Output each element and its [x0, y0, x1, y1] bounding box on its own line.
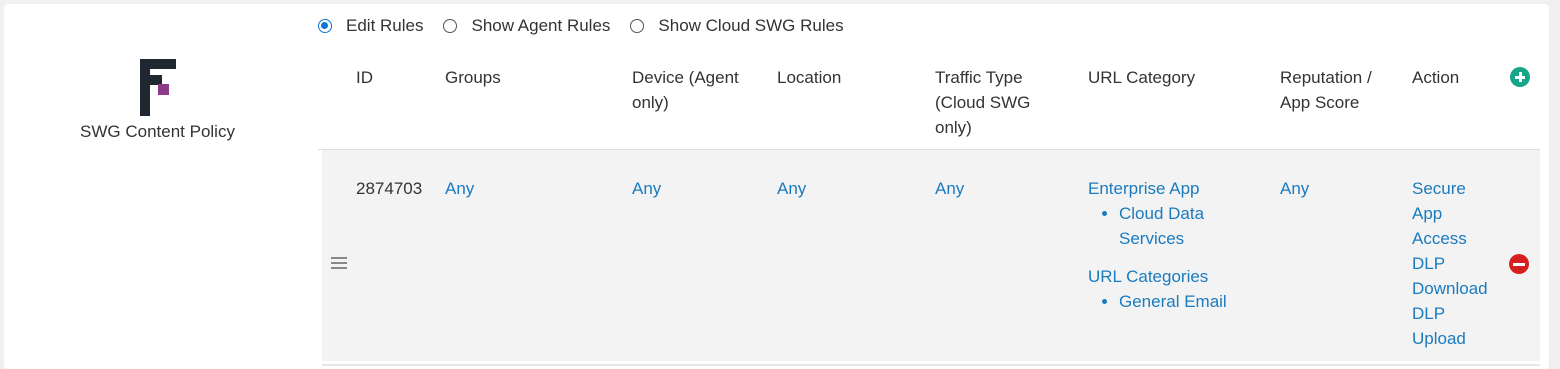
- header-url-category: URL Category: [1088, 68, 1196, 87]
- list-item: General Email: [1119, 289, 1268, 314]
- action-dlp-download-link[interactable]: DLP Download: [1412, 251, 1497, 301]
- rule-groups-link[interactable]: Any: [445, 176, 474, 201]
- url-categories-list: General Email: [1088, 289, 1268, 314]
- list-item: Cloud Data Services: [1119, 201, 1229, 251]
- header-id: ID: [356, 68, 373, 87]
- action-dlp-upload-link[interactable]: DLP Upload: [1412, 301, 1497, 351]
- radio-label: Edit Rules: [346, 16, 424, 35]
- action-secure-app-access-link[interactable]: Secure App Access: [1412, 176, 1497, 251]
- rule-reputation-link[interactable]: Any: [1280, 176, 1309, 201]
- radio-indicator[interactable]: [318, 19, 332, 33]
- rule-actions: Secure App Access DLP Download DLP Uploa…: [1412, 176, 1497, 351]
- url-categories-link[interactable]: URL Categories: [1088, 264, 1268, 289]
- rule-url-category: Enterprise App Cloud Data Services URL C…: [1088, 176, 1268, 314]
- row-divider: [322, 364, 1540, 366]
- remove-rule-button[interactable]: [1509, 254, 1529, 274]
- policy-header: SWG Content Policy: [60, 58, 255, 142]
- header-groups: Groups: [445, 68, 501, 87]
- radio-label: Show Cloud SWG Rules: [658, 16, 844, 35]
- radio-show-agent-rules[interactable]: Show Agent Rules: [443, 16, 610, 36]
- radio-show-cloud-swg-rules[interactable]: Show Cloud SWG Rules: [630, 16, 844, 36]
- rule-traffic-type-link[interactable]: Any: [935, 176, 964, 201]
- radio-indicator[interactable]: [443, 19, 458, 33]
- rule-device-link[interactable]: Any: [632, 176, 661, 201]
- header-action: Action: [1412, 68, 1460, 87]
- radio-indicator[interactable]: [630, 19, 645, 33]
- radio-label: Show Agent Rules: [471, 16, 611, 35]
- rule-id: 2874703: [356, 179, 423, 198]
- policy-label: SWG Content Policy: [80, 122, 235, 141]
- minus-circle-icon: [1513, 262, 1525, 266]
- enterprise-app-link[interactable]: Enterprise App: [1088, 176, 1268, 201]
- header-traffic-type: Traffic Type (Cloud SWG only): [935, 68, 1031, 137]
- add-rule-button[interactable]: [1510, 67, 1530, 87]
- drag-handle-icon[interactable]: [331, 257, 347, 269]
- radio-edit-rules[interactable]: Edit Rules: [318, 16, 423, 36]
- rule-location-link[interactable]: Any: [777, 176, 806, 201]
- table-row[interactable]: [322, 150, 1540, 361]
- plus-circle-icon-stroke: [1518, 72, 1522, 82]
- header-location: Location: [777, 68, 842, 87]
- view-options: Edit Rules Show Agent Rules Show Cloud S…: [318, 14, 864, 38]
- policy-logo-icon: [139, 59, 176, 116]
- header-device: Device (Agent only): [632, 68, 739, 112]
- enterprise-app-list: Cloud Data Services: [1088, 201, 1229, 251]
- header-reputation: Reputation / App Score: [1280, 68, 1372, 112]
